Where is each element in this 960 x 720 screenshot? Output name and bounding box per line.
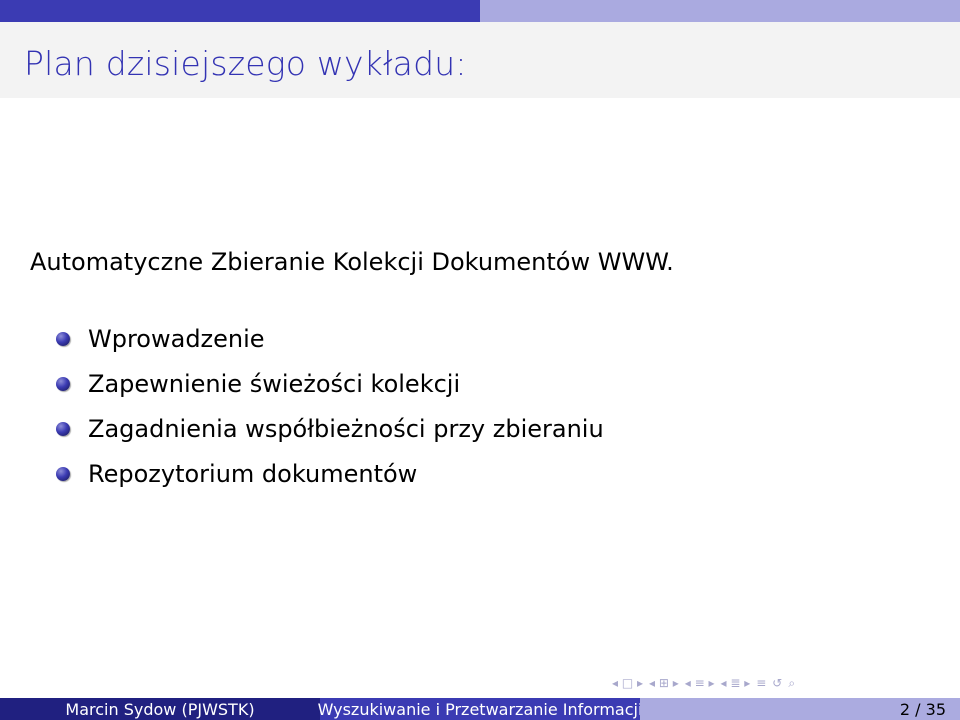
footer-page-number: 2 / 35 — [640, 698, 960, 720]
header-bar-right — [480, 0, 960, 22]
slide-title: Plan dzisiejszego wykładu: — [24, 44, 467, 83]
bullet-text: Zagadnienia współbieżności przy zbierani… — [88, 414, 604, 443]
nav-left-arrow-icon[interactable]: ◂ □ ▸ — [612, 674, 643, 692]
bullet-icon — [56, 331, 70, 346]
align-icon[interactable]: ↺ — [772, 674, 782, 692]
subsection-icon[interactable]: ◂ ≣ ▸ — [720, 674, 750, 692]
header-bar — [0, 0, 960, 22]
footer-course: Wyszukiwanie i Przetwarzanie Informacji — [317, 698, 643, 720]
intro-text: Automatyczne Zbieranie Kolekcji Dokument… — [30, 248, 674, 276]
bullet-icon — [56, 421, 70, 436]
section-icon[interactable]: ≡ — [756, 674, 766, 692]
bullet-text: Repozytorium dokumentów — [88, 459, 418, 488]
bullet-item: Zapewnienie świeżości kolekcji — [56, 361, 604, 406]
bullet-item: Repozytorium dokumentów — [56, 451, 604, 496]
bullet-item: Wprowadzenie — [56, 316, 604, 361]
bullet-text: Wprowadzenie — [88, 324, 265, 353]
footer-bar: Marcin Sydow (PJWSTK) Wyszukiwanie i Prz… — [0, 698, 960, 720]
frame-icon[interactable]: ◂ ⊞ ▸ — [649, 674, 679, 692]
bullet-icon — [56, 466, 70, 481]
header-bar-left — [0, 0, 480, 22]
nav-right-arrow-icon[interactable]: ◂ ≡ ▸ — [685, 674, 715, 692]
navigation-controls: ◂ □ ▸ ◂ ⊞ ▸ ◂ ≡ ▸ ◂ ≣ ▸ ≡ ↺ ⌕ — [612, 674, 952, 692]
bullet-item: Zagadnienia współbieżności przy zbierani… — [56, 406, 604, 451]
bullet-text: Zapewnienie świeżości kolekcji — [88, 369, 461, 398]
search-icon[interactable]: ⌕ — [788, 674, 795, 692]
footer-author: Marcin Sydow (PJWSTK) — [0, 698, 320, 720]
bullet-list: Wprowadzenie Zapewnienie świeżości kolek… — [56, 316, 604, 496]
bullet-icon — [56, 376, 70, 391]
